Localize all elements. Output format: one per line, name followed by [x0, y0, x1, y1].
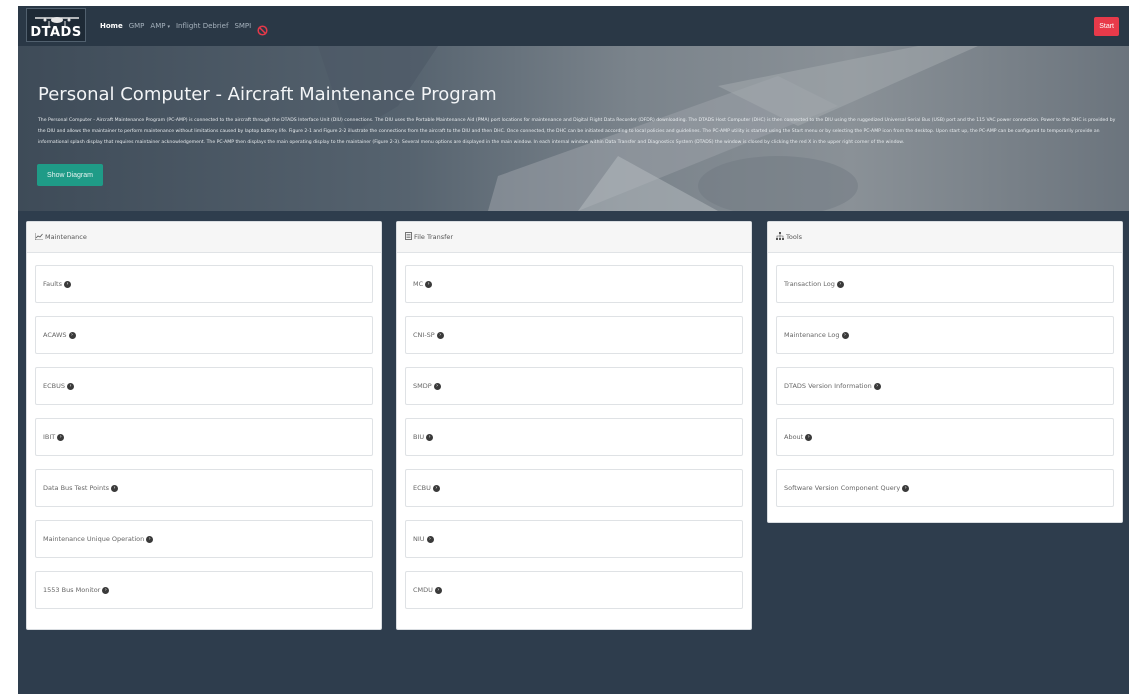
- item-label: ECBUS: [43, 382, 65, 390]
- file-transfer-item-cni-sp[interactable]: CNI-SP ›: [405, 316, 743, 354]
- chevron-right-icon: ›: [102, 586, 110, 594]
- tools-item-transaction-log[interactable]: Transaction Log ›: [776, 265, 1114, 303]
- item-label: CNI-SP: [413, 331, 435, 339]
- chevron-right-icon: ›: [426, 535, 434, 543]
- file-transfer-item-smdp[interactable]: SMDP ›: [405, 367, 743, 405]
- tools-item-maintenance-log[interactable]: Maintenance Log ›: [776, 316, 1114, 354]
- maintenance-panel-header: Maintenance: [27, 222, 381, 253]
- item-label: CMDU: [413, 586, 433, 594]
- tools-item-software-version-component-query[interactable]: Software Version Component Query ›: [776, 469, 1114, 507]
- page-description: The Personal Computer - Aircraft Mainten…: [38, 118, 1116, 145]
- file-transfer-panel: File Transfer MC › CNI-SP › SMDP › BIU › ECB…: [396, 221, 752, 630]
- chevron-right-icon: ›: [67, 382, 74, 390]
- item-label: IBIT: [43, 433, 56, 441]
- item-label: DTADS Version Information: [784, 382, 872, 390]
- chevron-right-icon: ›: [425, 280, 433, 288]
- tools-panel-title: Tools: [786, 233, 803, 241]
- top-navbar: DTADS Home GMP AMP ▾ Inflight Debrief SMP…: [18, 6, 1129, 46]
- tools-item-dtads-version-information[interactable]: DTADS Version Information ›: [776, 367, 1114, 405]
- item-label: Software Version Component Query: [784, 484, 901, 492]
- item-label: ECBU: [413, 484, 431, 492]
- file-transfer-panel-header: File Transfer: [397, 222, 751, 253]
- aircraft-logo-icon: [35, 17, 79, 26]
- item-label: NIU: [413, 535, 425, 543]
- item-label: About: [784, 433, 804, 441]
- nav-amp-dropdown[interactable]: AMP ▾: [150, 22, 170, 30]
- nav-inflight-debrief[interactable]: Inflight Debrief: [176, 22, 228, 30]
- maintenance-panel: Maintenance Faults › ACAWS › ECBUS › IBIT › …: [26, 221, 382, 630]
- maintenance-item-ibit[interactable]: IBIT ›: [35, 418, 373, 456]
- tools-panel: Tools Transaction Log › Maintenance Log › …: [767, 221, 1123, 523]
- tools-list: Transaction Log › Maintenance Log › DTADS …: [768, 253, 1122, 507]
- maintenance-item-1553-bus-monitor[interactable]: 1553 Bus Monitor ›: [35, 571, 373, 609]
- item-label: Maintenance Unique Operation: [43, 535, 145, 543]
- item-label: 1553 Bus Monitor: [43, 586, 101, 594]
- start-button[interactable]: Start: [1094, 17, 1119, 36]
- file-transfer-item-mc[interactable]: MC ›: [405, 265, 743, 303]
- file-transfer-item-niu[interactable]: NIU ›: [405, 520, 743, 558]
- chevron-right-icon: ›: [805, 433, 813, 441]
- item-label: BIU: [413, 433, 425, 441]
- item-label: MC: [413, 280, 424, 288]
- chevron-right-icon: ›: [434, 586, 442, 594]
- chevron-right-icon: ›: [873, 382, 881, 390]
- sitemap-icon: [776, 232, 784, 242]
- maintenance-list: Faults › ACAWS › ECBUS › IBIT › Data Bus Tes…: [27, 253, 381, 609]
- file-transfer-item-biu[interactable]: BIU ›: [405, 418, 743, 456]
- maintenance-panel-title: Maintenance: [45, 233, 87, 241]
- file-transfer-panel-title: File Transfer: [414, 233, 454, 241]
- chevron-right-icon: ›: [436, 331, 444, 339]
- chevron-right-icon: ›: [432, 484, 440, 492]
- app-window: DTADS Home GMP AMP ▾ Inflight Debrief SMP…: [18, 6, 1129, 694]
- nav-links: Home GMP AMP ▾ Inflight Debrief SMPI: [100, 6, 268, 46]
- file-icon: [405, 232, 412, 242]
- chevron-right-icon: ›: [841, 331, 849, 339]
- tools-item-about[interactable]: About ›: [776, 418, 1114, 456]
- tools-panel-header: Tools: [768, 222, 1122, 253]
- file-transfer-item-ecbu[interactable]: ECBU ›: [405, 469, 743, 507]
- item-label: Faults: [43, 280, 62, 288]
- maintenance-item-unique-operation[interactable]: Maintenance Unique Operation ›: [35, 520, 373, 558]
- item-label: Transaction Log: [784, 280, 835, 288]
- chevron-right-icon: ›: [433, 382, 441, 390]
- maintenance-item-data-bus-test-points[interactable]: Data Bus Test Points ›: [35, 469, 373, 507]
- item-label: ACAWS: [43, 331, 67, 339]
- show-diagram-button[interactable]: Show Diagram: [37, 164, 103, 186]
- nav-smpi[interactable]: SMPI: [234, 22, 251, 30]
- chevron-right-icon: ›: [426, 433, 434, 441]
- item-label: SMDP: [413, 382, 432, 390]
- chevron-right-icon: ›: [64, 280, 71, 288]
- caret-down-icon: ▾: [167, 24, 170, 30]
- chevron-right-icon: ›: [111, 484, 119, 492]
- maintenance-item-faults[interactable]: Faults ›: [35, 265, 373, 303]
- maintenance-item-acaws[interactable]: ACAWS ›: [35, 316, 373, 354]
- chevron-right-icon: ›: [836, 280, 844, 288]
- chevron-right-icon: ›: [902, 484, 910, 492]
- page-title: Personal Computer - Aircraft Maintenance…: [38, 84, 497, 105]
- maintenance-item-ecbus[interactable]: ECBUS ›: [35, 367, 373, 405]
- chart-icon: [34, 232, 43, 242]
- chevron-right-icon: ›: [68, 331, 76, 339]
- dtads-logo[interactable]: DTADS: [26, 8, 86, 42]
- chevron-right-icon: ›: [57, 433, 65, 441]
- logo-text: DTADS: [30, 25, 82, 40]
- nav-home[interactable]: Home: [100, 22, 123, 30]
- nav-gmp[interactable]: GMP: [129, 22, 145, 30]
- item-label: Maintenance Log: [784, 331, 840, 339]
- nav-amp-label: AMP: [150, 22, 166, 30]
- chevron-right-icon: ›: [146, 535, 154, 543]
- item-label: Data Bus Test Points: [43, 484, 110, 492]
- file-transfer-item-cmdu[interactable]: CMDU ›: [405, 571, 743, 609]
- hero-banner: Personal Computer - Aircraft Maintenance…: [18, 46, 1129, 211]
- file-transfer-list: MC › CNI-SP › SMDP › BIU › ECBU › NIU › CMDU ›: [397, 253, 751, 609]
- ban-icon[interactable]: [257, 21, 268, 36]
